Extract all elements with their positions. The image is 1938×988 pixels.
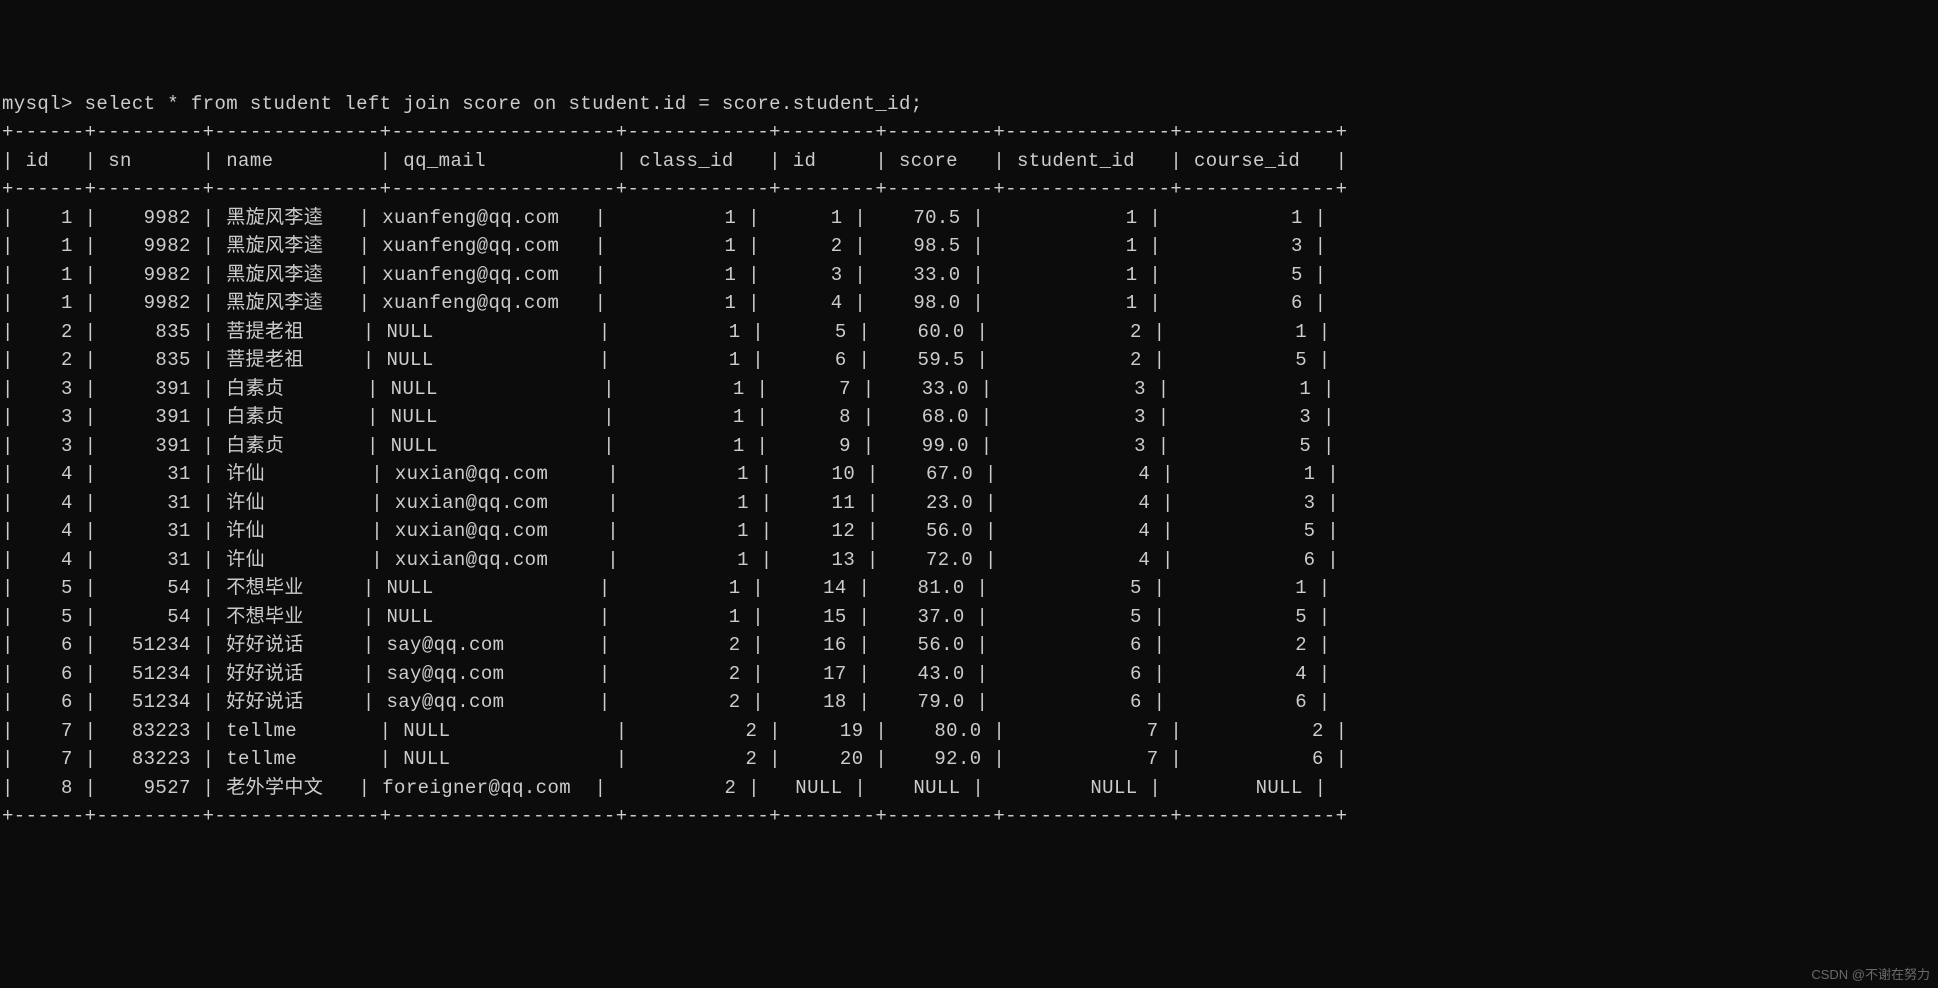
table-separator: +------+---------+--------------+-------… (2, 802, 1936, 831)
table-separator: +------+---------+--------------+-------… (2, 175, 1936, 204)
table-separator: +------+---------+--------------+-------… (2, 118, 1936, 147)
query-line: mysql> select * from student left join s… (2, 90, 1936, 119)
watermark: CSDN @不谢在努力 (1811, 965, 1930, 985)
table-row: | 5 | 54 | 不想毕业 | NULL | 1 | 15 | 37.0 |… (2, 603, 1936, 632)
sql-query: select * from student left join score on… (85, 93, 923, 115)
table-row: | 7 | 83223 | tellme | NULL | 2 | 20 | 9… (2, 745, 1936, 774)
terminal-output: mysql> select * from student left join s… (2, 90, 1936, 831)
table-row: | 4 | 31 | 许仙 | xuxian@qq.com | 1 | 12 |… (2, 517, 1936, 546)
table-row: | 2 | 835 | 菩提老祖 | NULL | 1 | 5 | 60.0 |… (2, 318, 1936, 347)
table-row: | 3 | 391 | 白素贞 | NULL | 1 | 9 | 99.0 | … (2, 432, 1936, 461)
table-row: | 6 | 51234 | 好好说话 | say@qq.com | 2 | 18… (2, 688, 1936, 717)
table-row: | 3 | 391 | 白素贞 | NULL | 1 | 8 | 68.0 | … (2, 403, 1936, 432)
table-row: | 4 | 31 | 许仙 | xuxian@qq.com | 1 | 11 |… (2, 489, 1936, 518)
table-row: | 5 | 54 | 不想毕业 | NULL | 1 | 14 | 81.0 |… (2, 574, 1936, 603)
table-row: | 1 | 9982 | 黑旋风李逵 | xuanfeng@qq.com | 1… (2, 261, 1936, 290)
table-row: | 1 | 9982 | 黑旋风李逵 | xuanfeng@qq.com | 1… (2, 232, 1936, 261)
table-row: | 8 | 9527 | 老外学中文 | foreigner@qq.com | … (2, 774, 1936, 803)
table-row: | 4 | 31 | 许仙 | xuxian@qq.com | 1 | 10 |… (2, 460, 1936, 489)
table-row: | 3 | 391 | 白素贞 | NULL | 1 | 7 | 33.0 | … (2, 375, 1936, 404)
table-row: | 1 | 9982 | 黑旋风李逵 | xuanfeng@qq.com | 1… (2, 289, 1936, 318)
table-row: | 6 | 51234 | 好好说话 | say@qq.com | 2 | 17… (2, 660, 1936, 689)
table-row: | 4 | 31 | 许仙 | xuxian@qq.com | 1 | 13 |… (2, 546, 1936, 575)
table-row: | 7 | 83223 | tellme | NULL | 2 | 19 | 8… (2, 717, 1936, 746)
table-row: | 1 | 9982 | 黑旋风李逵 | xuanfeng@qq.com | 1… (2, 204, 1936, 233)
mysql-prompt: mysql> (2, 93, 85, 115)
table-row: | 6 | 51234 | 好好说话 | say@qq.com | 2 | 16… (2, 631, 1936, 660)
table-row: | 2 | 835 | 菩提老祖 | NULL | 1 | 6 | 59.5 |… (2, 346, 1936, 375)
table-header: | id | sn | name | qq_mail | class_id | … (2, 147, 1936, 176)
